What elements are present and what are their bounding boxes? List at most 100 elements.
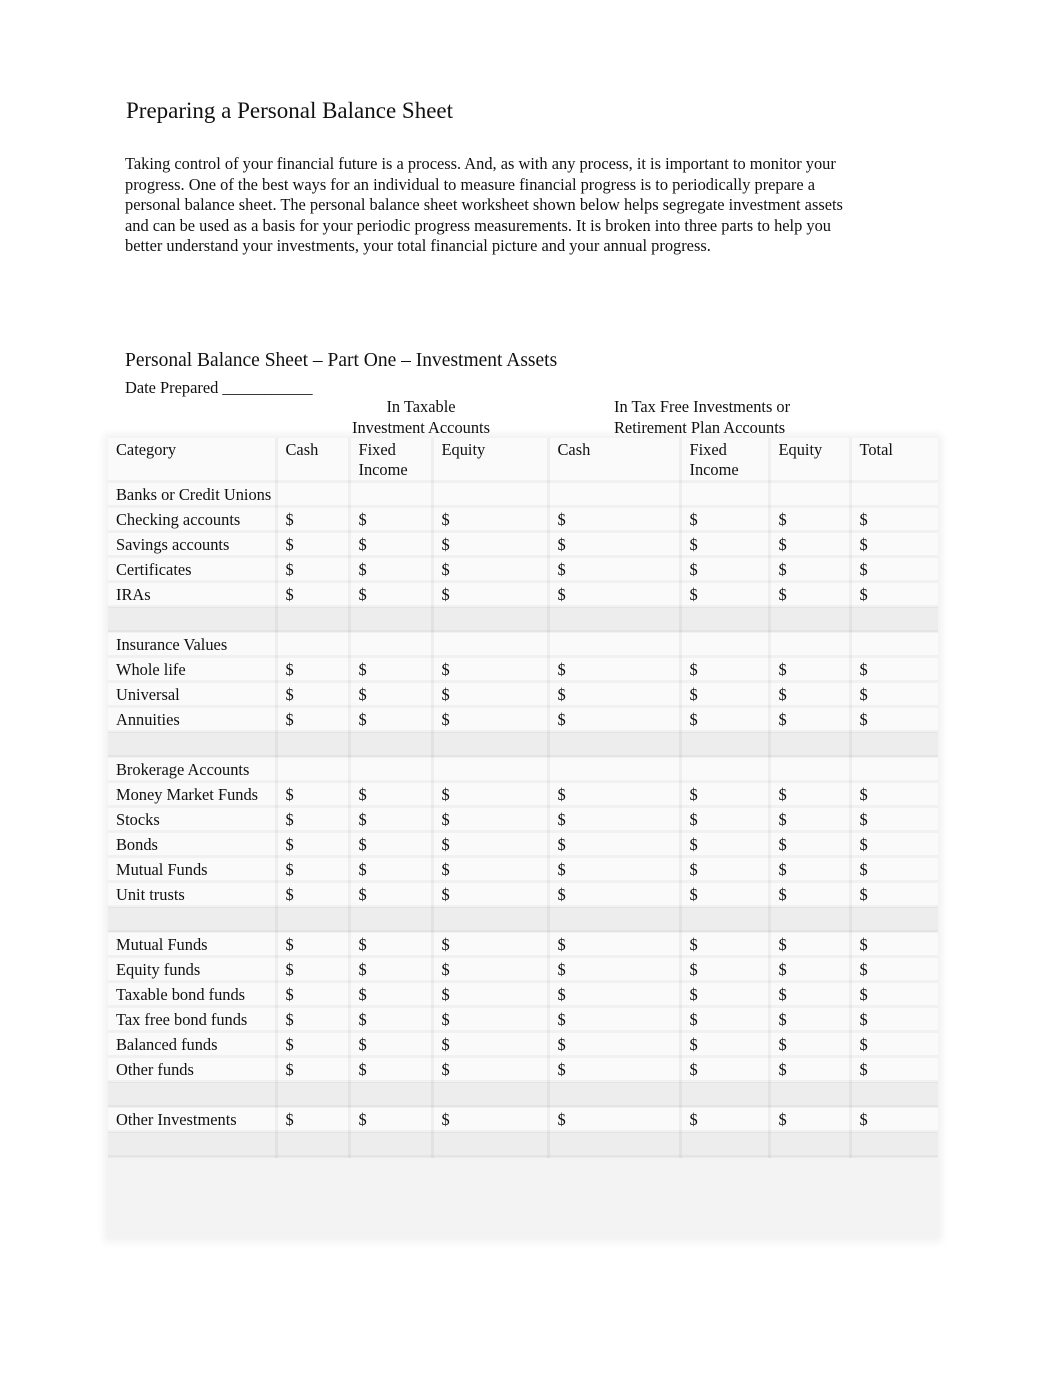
amount-cell[interactable]: $ [432,531,550,557]
amount-cell[interactable]: $ [850,931,938,957]
amount-cell[interactable]: $ [680,681,771,707]
amount-cell[interactable]: $ [276,881,351,907]
amount-cell[interactable]: $ [548,781,682,807]
amount-cell[interactable]: $ [276,981,351,1007]
amount-cell[interactable]: $ [432,556,550,582]
amount-cell[interactable]: $ [432,956,550,982]
amount-cell[interactable]: $ [850,1056,938,1082]
amount-cell[interactable]: $ [680,831,771,857]
amount-cell[interactable]: $ [349,856,434,882]
amount-cell[interactable]: $ [432,1106,550,1132]
amount-cell[interactable]: $ [769,1006,852,1032]
amount-cell[interactable]: $ [850,856,938,882]
amount-cell[interactable]: $ [276,931,351,957]
amount-cell[interactable]: $ [432,981,550,1007]
amount-cell[interactable]: $ [680,1031,771,1057]
amount-cell[interactable]: $ [769,856,852,882]
amount-cell[interactable]: $ [432,1006,550,1032]
amount-cell[interactable]: $ [349,981,434,1007]
amount-cell[interactable]: $ [548,1006,682,1032]
amount-cell[interactable]: $ [769,981,852,1007]
amount-cell[interactable]: $ [548,831,682,857]
amount-cell[interactable]: $ [276,956,351,982]
amount-cell[interactable]: $ [548,681,682,707]
amount-cell[interactable]: $ [769,956,852,982]
amount-cell[interactable]: $ [850,1031,938,1057]
amount-cell[interactable]: $ [276,531,351,557]
amount-cell[interactable]: $ [680,981,771,1007]
amount-cell[interactable]: $ [850,681,938,707]
amount-cell[interactable]: $ [548,806,682,832]
amount-cell[interactable]: $ [769,531,852,557]
amount-cell[interactable]: $ [680,1056,771,1082]
amount-cell[interactable]: $ [769,881,852,907]
amount-cell[interactable]: $ [850,531,938,557]
amount-cell[interactable]: $ [349,681,434,707]
amount-cell[interactable]: $ [680,931,771,957]
amount-cell[interactable]: $ [850,581,938,607]
amount-cell[interactable]: $ [769,556,852,582]
amount-cell[interactable]: $ [276,1056,351,1082]
amount-cell[interactable]: $ [680,781,771,807]
amount-cell[interactable]: $ [432,681,550,707]
amount-cell[interactable]: $ [548,1106,682,1132]
amount-cell[interactable]: $ [432,831,550,857]
amount-cell[interactable]: $ [850,1106,938,1132]
amount-cell[interactable]: $ [680,956,771,982]
amount-cell[interactable]: $ [276,856,351,882]
amount-cell[interactable]: $ [680,556,771,582]
amount-cell[interactable]: $ [349,931,434,957]
amount-cell[interactable]: $ [548,956,682,982]
amount-cell[interactable]: $ [349,656,434,682]
amount-cell[interactable]: $ [349,956,434,982]
amount-cell[interactable]: $ [349,831,434,857]
amount-cell[interactable]: $ [680,531,771,557]
amount-cell[interactable]: $ [850,981,938,1007]
amount-cell[interactable]: $ [432,1031,550,1057]
amount-cell[interactable]: $ [432,781,550,807]
amount-cell[interactable]: $ [276,1106,351,1132]
amount-cell[interactable]: $ [548,531,682,557]
amount-cell[interactable]: $ [276,556,351,582]
amount-cell[interactable]: $ [349,806,434,832]
amount-cell[interactable]: $ [548,656,682,682]
amount-cell[interactable]: $ [349,581,434,607]
amount-cell[interactable]: $ [769,581,852,607]
amount-cell[interactable]: $ [432,706,550,732]
amount-cell[interactable]: $ [349,531,434,557]
amount-cell[interactable]: $ [680,656,771,682]
amount-cell[interactable]: $ [349,1056,434,1082]
amount-cell[interactable]: $ [548,706,682,732]
amount-cell[interactable]: $ [548,1031,682,1057]
amount-cell[interactable]: $ [680,706,771,732]
amount-cell[interactable]: $ [276,831,351,857]
amount-cell[interactable]: $ [769,1106,852,1132]
amount-cell[interactable]: $ [769,681,852,707]
amount-cell[interactable]: $ [276,706,351,732]
amount-cell[interactable]: $ [349,1031,434,1057]
amount-cell[interactable]: $ [432,1056,550,1082]
amount-cell[interactable]: $ [349,1106,434,1132]
amount-cell[interactable]: $ [680,1106,771,1132]
amount-cell[interactable]: $ [548,506,682,532]
amount-cell[interactable]: $ [850,656,938,682]
amount-cell[interactable]: $ [432,656,550,682]
amount-cell[interactable]: $ [548,581,682,607]
amount-cell[interactable]: $ [680,806,771,832]
amount-cell[interactable]: $ [548,931,682,957]
amount-cell[interactable]: $ [276,681,351,707]
amount-cell[interactable]: $ [276,1006,351,1032]
amount-cell[interactable]: $ [769,931,852,957]
amount-cell[interactable]: $ [548,1056,682,1082]
amount-cell[interactable]: $ [349,556,434,582]
amount-cell[interactable]: $ [349,881,434,907]
amount-cell[interactable]: $ [432,856,550,882]
amount-cell[interactable]: $ [432,806,550,832]
amount-cell[interactable]: $ [850,781,938,807]
amount-cell[interactable]: $ [769,1031,852,1057]
amount-cell[interactable]: $ [769,656,852,682]
date-prepared-field[interactable]: Date Prepared ___________ [125,378,313,398]
amount-cell[interactable]: $ [276,1031,351,1057]
amount-cell[interactable]: $ [276,656,351,682]
amount-cell[interactable]: $ [680,856,771,882]
